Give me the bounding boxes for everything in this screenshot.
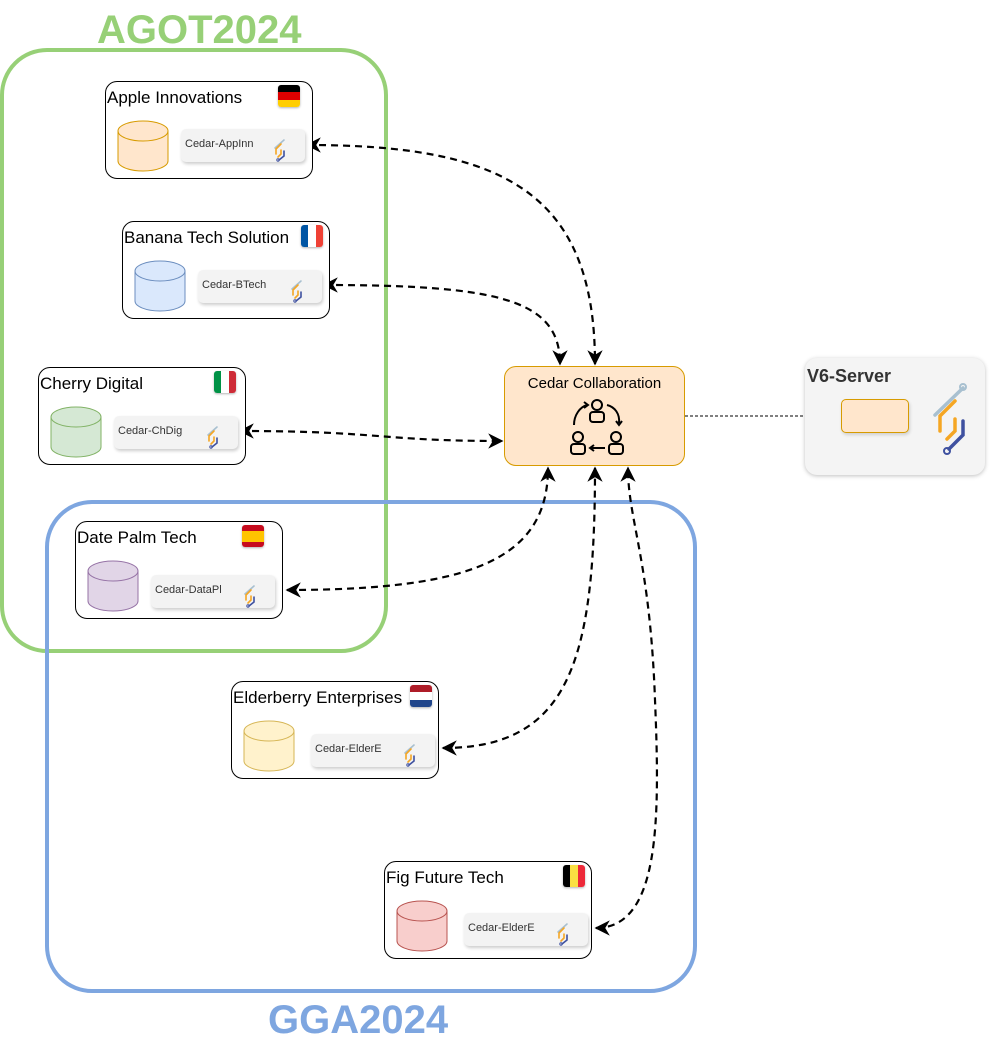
flag-stripe [563,865,571,887]
edge-elderberry-hub [441,466,603,756]
flag-stripe [278,92,300,100]
organization-node[interactable]: Fig Future Tech Cedar-ElderE [384,861,592,959]
organization-node[interactable]: Date Palm Tech Cedar-DataPl [75,521,283,619]
france-flag-icon [301,225,323,247]
vantage6-logo-icon [933,383,967,455]
database-icon [117,120,169,172]
collaboration-cycle-icon [570,399,624,455]
flag-stripe [242,541,264,547]
flag-stripe [214,371,222,393]
germany-flag-icon [278,85,300,107]
organization-title: Elderberry Enterprises [233,688,403,707]
flag-stripe [228,371,236,393]
organization-node[interactable]: Banana Tech Solution Cedar-BTech [122,221,330,319]
flag-stripe [570,865,578,887]
netherlands-flag-icon [410,685,432,707]
organization-title: Apple Innovations [107,88,243,107]
station-node[interactable]: Cedar-DataPl [151,575,275,608]
diagram-canvas: AGOT2024 GGA2024 Apple Innovations Cedar… [0,0,991,1050]
station-label: Cedar-AppInn [185,138,254,150]
organization-title: Cherry Digital [40,374,143,393]
edge-banana-hub [322,277,568,366]
flag-stripe [278,99,300,107]
organization-title: Banana Tech Solution [124,228,290,247]
hub-cedar-collaboration[interactable]: Cedar Collaboration [504,366,685,466]
organization-title: Date Palm Tech [77,528,197,547]
group-label-agot2024: AGOT2024 [97,8,302,52]
edge-cherry-hub [238,423,504,449]
organization-node[interactable]: Cherry Digital Cedar-ChDig [38,367,246,465]
database-icon [243,720,295,772]
database-icon [134,260,186,312]
edge-date-hub [285,466,556,598]
belgium-flag-icon [563,865,585,887]
station-label: Cedar-BTech [202,279,267,291]
v6-server[interactable]: V6-Server [805,358,985,475]
flag-stripe [308,225,316,247]
station-node[interactable]: Cedar-ElderE [464,913,588,946]
station-label: Cedar-ElderE [315,743,382,755]
station-node[interactable]: Cedar-BTech [198,270,322,303]
database-icon [396,900,448,952]
station-label: Cedar-ChDig [118,425,183,437]
organization-node[interactable]: Elderberry Enterprises Cedar-ElderE [231,681,439,779]
flag-stripe [278,85,300,93]
flag-stripe [221,371,229,393]
flag-stripe [577,865,585,887]
station-label: Cedar-DataPl [155,584,222,596]
database-icon [50,406,102,458]
organization-node[interactable]: Apple Innovations Cedar-AppInn [105,81,313,179]
italy-flag-icon [214,371,236,393]
flag-stripe [410,685,432,693]
flag-stripe [315,225,323,247]
hub-title: Cedar Collaboration [527,375,662,392]
flag-stripe [301,225,309,247]
organization-title: Fig Future Tech [386,868,504,887]
server-title: V6-Server [807,366,892,386]
group-label-gga2024: GGA2024 [268,998,449,1042]
flag-stripe [410,699,432,707]
edge-fig-hub [594,466,659,936]
station-node[interactable]: Cedar-ChDig [114,416,238,449]
server-node-box[interactable] [841,399,909,433]
spain-flag-icon [242,525,264,547]
station-node[interactable]: Cedar-ElderE [311,734,435,767]
station-node[interactable]: Cedar-AppInn [181,129,305,162]
flag-stripe [410,692,432,700]
station-label: Cedar-ElderE [468,922,535,934]
database-icon [87,560,139,612]
